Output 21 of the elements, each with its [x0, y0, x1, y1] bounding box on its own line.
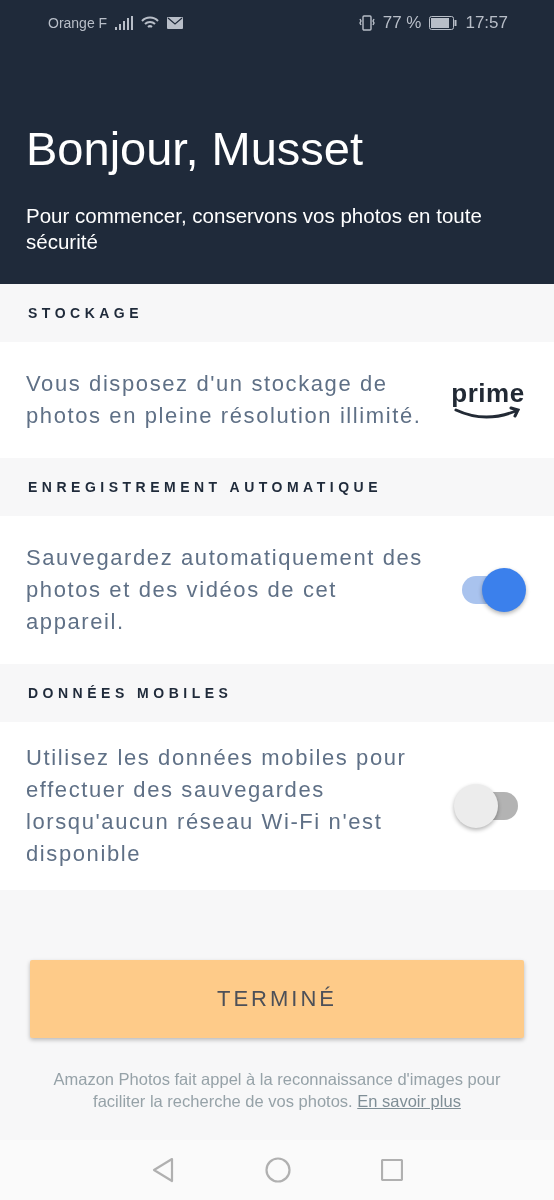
recents-icon[interactable] — [381, 1159, 403, 1181]
setting-description: Sauvegardez automatiquement des photos et des vidéos de cet appareil. — [26, 543, 424, 636]
signal-icon — [115, 15, 134, 30]
footer-note: Amazon Photos fait appel à la reconnaissance d'images pour faciliter la recherche de vos photos. En savoir plus — [52, 1069, 502, 1112]
wifi-icon — [141, 15, 160, 30]
home-icon[interactable] — [265, 1157, 291, 1183]
setting-description: Utilisez les données mobiles pour effectuer des sauvegardes lorsqu'aucun réseau Wi-Fi n'est disponible — [26, 743, 408, 868]
mail-icon — [167, 16, 184, 29]
greeting-title: Bonjour, Musset — [26, 123, 364, 175]
done-button[interactable]: TERMINÉ — [30, 960, 524, 1038]
carrier-label: Orange F — [48, 14, 108, 31]
subtitle: Pour commencer, conservons vos photos en toute sécurité — [26, 202, 483, 256]
smile-arrow-icon — [453, 405, 523, 420]
battery-icon — [429, 15, 458, 30]
vibrate-icon — [358, 14, 375, 31]
learn-more-link[interactable]: En savoir plus — [357, 1092, 461, 1110]
logo-text: prime — [451, 379, 525, 406]
clock: 17:57 — [465, 12, 508, 33]
battery-percent: 77 % — [382, 12, 422, 33]
back-icon[interactable] — [151, 1157, 175, 1183]
setting-description: Vous disposez d'un stockage de photos en pleine résolution illimité. — [26, 369, 423, 430]
